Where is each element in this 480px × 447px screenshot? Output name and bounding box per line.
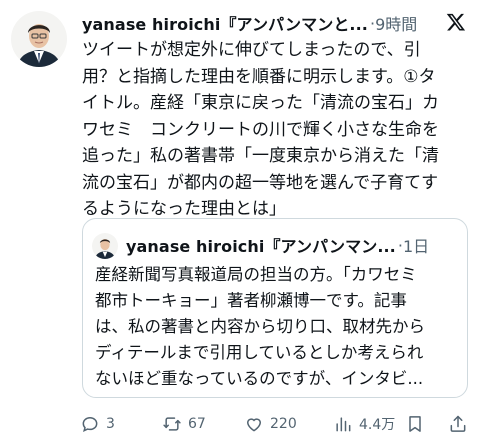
quoted-line: 産経新聞写真報道局の担当の方。「カワセミ xyxy=(95,265,417,284)
quoted-line: ディテールまで引用しているとしか考えられ xyxy=(95,343,424,362)
repost-count: 67 xyxy=(188,416,206,432)
bookmark-icon xyxy=(409,416,421,432)
post-time[interactable]: 9時間 xyxy=(375,11,417,35)
quoted-time: 1日 xyxy=(402,237,430,256)
tweet-header: yanase hiroichi『アンパンマンと... · 9時間 xyxy=(82,10,417,36)
share-icon xyxy=(450,415,466,432)
like-icon xyxy=(246,418,262,432)
tweet-line: ワセミ コンクリートの川で輝く小さな生命を xyxy=(82,119,439,140)
share-button[interactable] xyxy=(448,410,474,438)
quoted-text: 産経新聞写真報道局の担当の方。「カワセミ 都市トーキョー」著者柳瀬博一です。記事… xyxy=(95,262,459,392)
tweet-line: イトル。産経「東京に戻った「清流の宝石」カ xyxy=(82,93,439,113)
tweet-text: ツイートが想定外に伸びてしまったので、引 用？と指摘した理由を順番に明示します。… xyxy=(82,37,474,223)
quoted-author-name: yanase hiroichi『アンパンマン... xyxy=(126,237,396,256)
x-logo-icon xyxy=(446,13,466,31)
action-bar: 3 67 220 4.4万 xyxy=(0,410,480,438)
reply-icon xyxy=(82,416,98,433)
author-name[interactable]: yanase hiroichi『アンパンマンと... xyxy=(82,11,368,35)
tweet-line: ツイートが想定外に伸びてしまったので、引 xyxy=(82,40,421,60)
repost-button[interactable]: 67 xyxy=(162,410,206,438)
views-count: 4.4万 xyxy=(359,417,396,433)
repost-icon xyxy=(163,417,181,431)
quoted-header: yanase hiroichi『アンパンマン... · 1日 xyxy=(126,233,429,257)
quoted-line: ないほど重なっているのですが、インタビ... xyxy=(95,369,424,388)
views-icon xyxy=(336,417,351,432)
bookmark-button[interactable] xyxy=(405,410,431,438)
quoted-line: は、私の著書と内容から切り口、取材先から xyxy=(95,317,425,336)
reply-count: 3 xyxy=(106,416,115,432)
tweet-line: 追った」私の著書帯「一度東京から消えた「清 xyxy=(82,146,439,166)
tweet-line: 流の宝石」が都内の超一等地を選んで子育てす xyxy=(82,172,439,193)
quoted-line: 都市トーキョー」著者柳瀬博一です。記事 xyxy=(95,291,407,310)
reply-button[interactable]: 3 xyxy=(80,410,115,438)
quoted-author-avatar xyxy=(92,233,118,259)
author-avatar[interactable] xyxy=(11,11,67,67)
like-count: 220 xyxy=(270,416,297,432)
views-button[interactable]: 4.4万 xyxy=(333,410,395,438)
tweet-line: 用？と指摘した理由を順番に明示します。①タ xyxy=(82,66,436,87)
like-button[interactable]: 220 xyxy=(244,410,297,438)
